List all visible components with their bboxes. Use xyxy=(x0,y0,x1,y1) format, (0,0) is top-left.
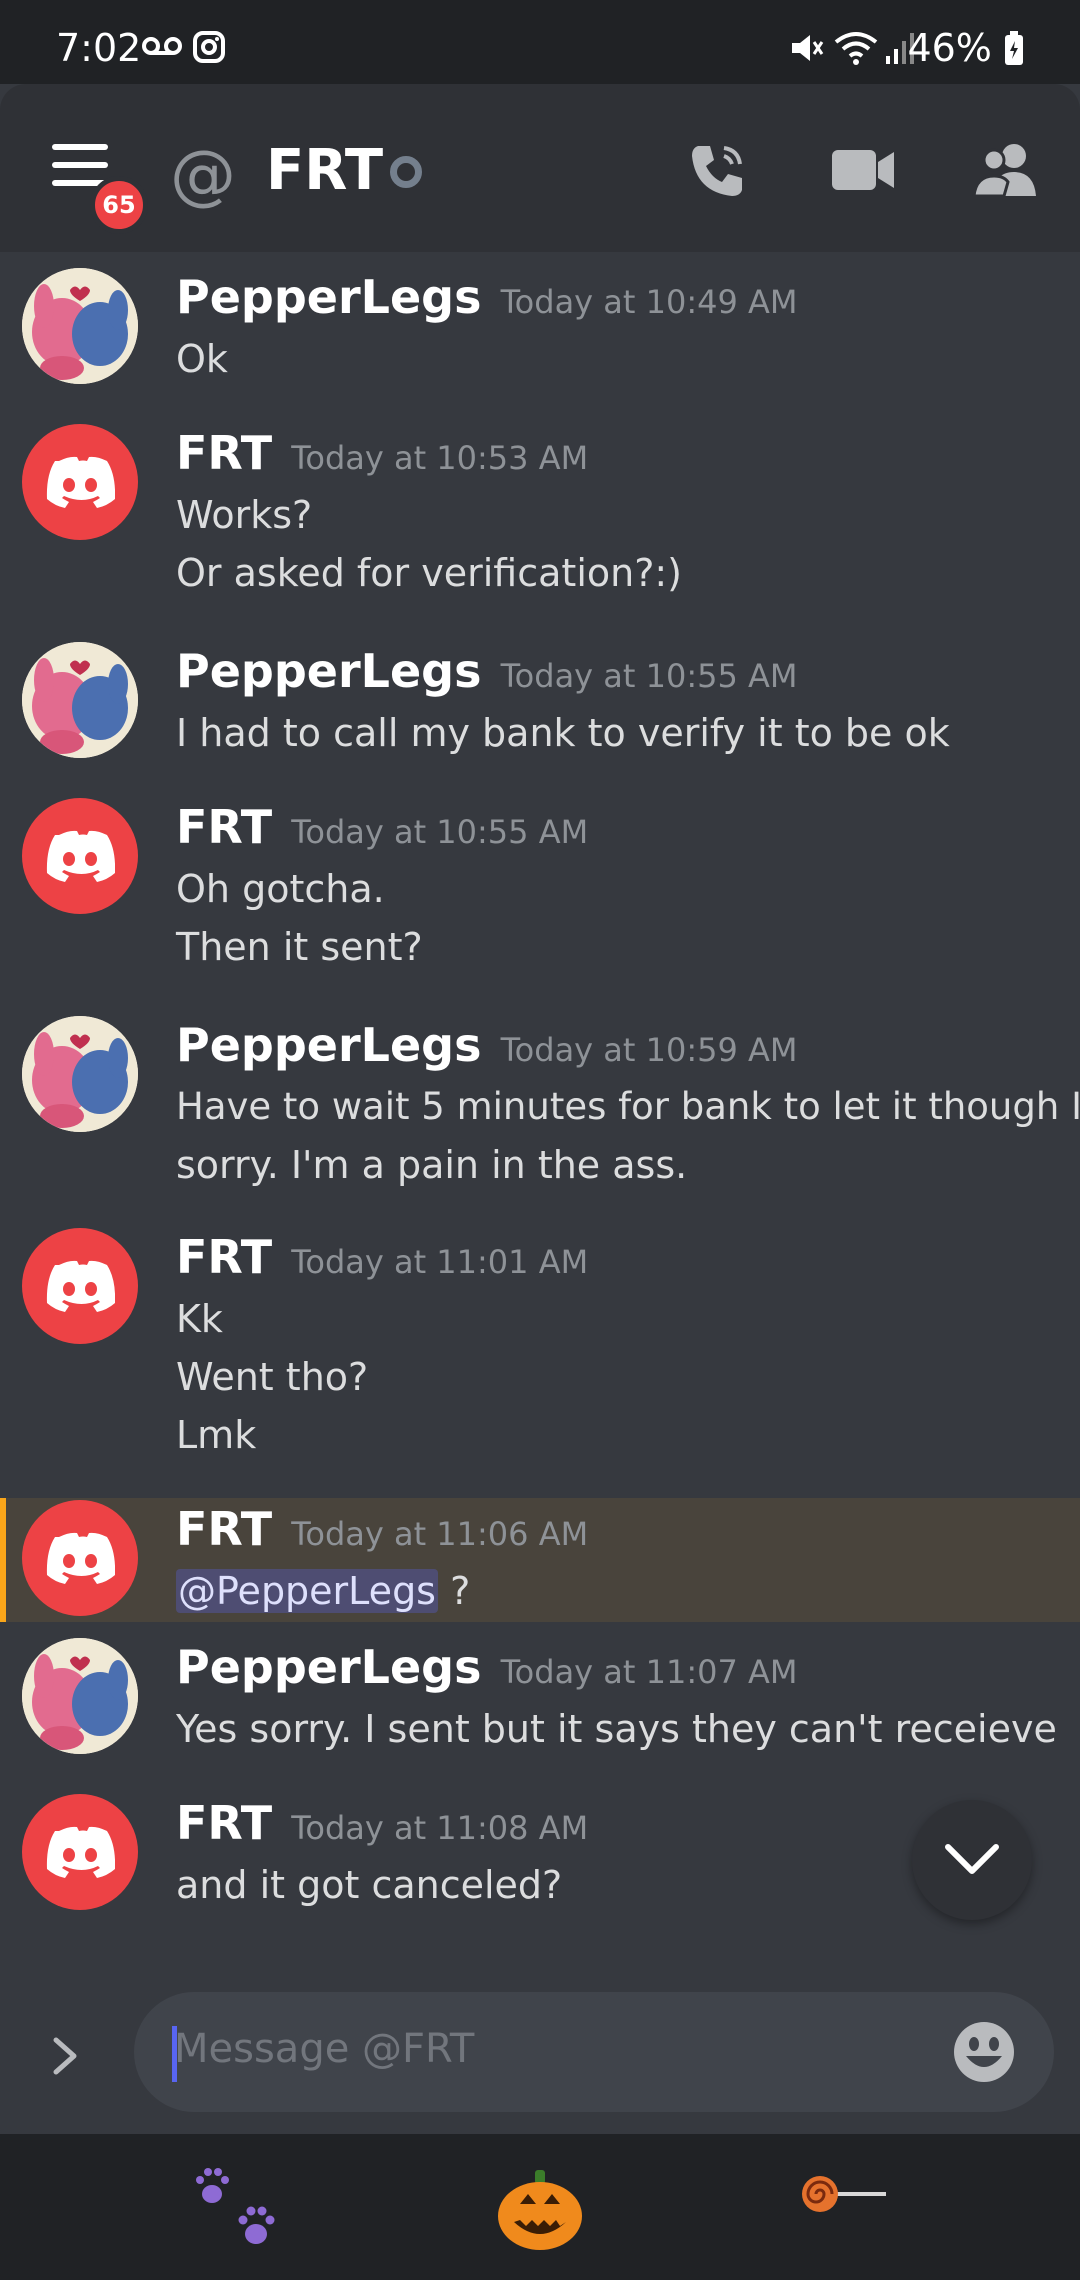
message-timestamp: Today at 11:01 AM xyxy=(291,1243,589,1281)
instagram-icon xyxy=(192,30,226,72)
call-button[interactable] xyxy=(686,140,756,200)
avatar[interactable] xyxy=(22,1794,138,1910)
avatar[interactable] xyxy=(22,1016,138,1132)
message-timestamp: Today at 10:55 AM xyxy=(500,657,798,695)
discord-logo-icon xyxy=(46,1532,115,1584)
notification-badge: 65 xyxy=(90,176,148,234)
avatar[interactable] xyxy=(22,642,138,758)
message-timestamp: Today at 11:07 AM xyxy=(500,1653,798,1691)
avatar[interactable] xyxy=(22,424,138,540)
message-author[interactable]: PepperLegs xyxy=(176,644,481,698)
chevron-right-icon xyxy=(53,2037,77,2075)
message-text: Then it sent? xyxy=(176,925,423,969)
video-call-button[interactable] xyxy=(830,140,900,200)
members-button[interactable] xyxy=(972,140,1042,200)
status-time: 7:02 xyxy=(56,26,142,70)
discord-logo-icon xyxy=(46,456,115,508)
mention-message[interactable]: FRT Today at 11:06 AM @PepperLegs ? xyxy=(0,1498,1080,1622)
emoji-button[interactable] xyxy=(952,2020,1016,2084)
message-text: Oh gotcha. xyxy=(176,867,385,911)
message-text: Lmk xyxy=(176,1413,257,1457)
message-text: Ok xyxy=(176,337,228,381)
message-timestamp: Today at 11:06 AM xyxy=(291,1515,589,1553)
message-author[interactable]: PepperLegs xyxy=(176,1018,481,1072)
message-list[interactable]: PepperLegs Today at 10:49 AM Ok FRT Toda… xyxy=(0,252,1080,1962)
message-text: @PepperLegs ? xyxy=(176,1562,1060,1620)
message-placeholder: Message @FRT xyxy=(174,2026,475,2072)
nav-lollipop-button[interactable] xyxy=(800,2164,900,2254)
message[interactable]: FRT Today at 11:01 AM Kk Went tho? Lmk xyxy=(0,1212,1080,1498)
discord-logo-icon xyxy=(46,1826,115,1878)
message-text-suffix: ? xyxy=(437,1569,471,1613)
lollipop-icon xyxy=(802,2176,886,2212)
offline-status-icon xyxy=(390,156,422,188)
wifi-icon xyxy=(834,30,878,74)
user-mention[interactable]: @PepperLegs xyxy=(176,1569,438,1613)
message-timestamp: Today at 10:59 AM xyxy=(500,1031,798,1069)
bottom-navigation xyxy=(0,2134,1080,2280)
message-text: Or asked for verification?:) xyxy=(176,551,683,595)
message-text: sorry. I'm a pain in the ass. xyxy=(176,1143,688,1187)
avatar[interactable] xyxy=(22,1638,138,1754)
message[interactable]: PepperLegs Today at 11:07 AM Yes sorry. … xyxy=(0,1622,1080,1778)
message-text: Went tho? xyxy=(176,1355,369,1399)
nav-paw-button[interactable] xyxy=(190,2164,290,2254)
jump-to-bottom-button[interactable] xyxy=(912,1800,1032,1920)
message[interactable]: PepperLegs Today at 10:59 AM Have to wai… xyxy=(0,1000,1080,1212)
message-text: Have to wait 5 minutes for bank to let i… xyxy=(176,1085,1080,1128)
channel-title[interactable]: FRT xyxy=(266,138,383,203)
channel-header: 65 @ FRT xyxy=(0,84,1080,252)
members-icon xyxy=(972,144,1036,198)
message-author[interactable]: FRT xyxy=(176,800,272,854)
message-author[interactable]: PepperLegs xyxy=(176,270,481,324)
call-icon xyxy=(692,146,742,196)
battery-level: 46% xyxy=(907,26,1024,74)
avatar[interactable] xyxy=(22,1228,138,1344)
message-author[interactable]: FRT xyxy=(176,1796,272,1850)
avatar[interactable] xyxy=(22,268,138,384)
avatar[interactable] xyxy=(22,1500,138,1616)
message-timestamp: Today at 10:49 AM xyxy=(500,283,798,321)
expand-actions-button[interactable] xyxy=(50,2032,80,2090)
message-text: Kk xyxy=(176,1297,223,1341)
at-icon: @ xyxy=(170,136,236,213)
message-timestamp: Today at 10:53 AM xyxy=(291,439,589,477)
emoji-icon xyxy=(954,2022,1014,2082)
message-text: Works? xyxy=(176,493,313,537)
video-icon xyxy=(832,150,894,190)
voicemail-icon xyxy=(142,30,182,70)
paw-prints-icon xyxy=(196,2168,275,2244)
message-timestamp: Today at 10:55 AM xyxy=(291,813,589,851)
message-author[interactable]: FRT xyxy=(176,1502,272,1556)
battery-icon xyxy=(1004,30,1024,74)
message-author[interactable]: FRT xyxy=(176,426,272,480)
nav-pumpkin-button[interactable] xyxy=(490,2164,590,2254)
message-text: I had to call my bank to verify it to be… xyxy=(176,711,950,755)
message[interactable]: PepperLegs Today at 10:49 AM Ok xyxy=(0,252,1080,408)
message[interactable]: FRT Today at 10:55 AM Oh gotcha. Then it… xyxy=(0,782,1080,1000)
message-text: Yes sorry. I sent but it says they can't… xyxy=(176,1707,1057,1751)
message-author[interactable]: PepperLegs xyxy=(176,1640,481,1694)
message-author[interactable]: FRT xyxy=(176,1230,272,1284)
status-bar: 7:02 46% xyxy=(0,0,1080,84)
chevron-down-icon xyxy=(945,1844,999,1874)
message-input[interactable]: Message @FRT xyxy=(134,1992,1054,2112)
message[interactable]: FRT Today at 10:53 AM Works? Or asked fo… xyxy=(0,408,1080,626)
message-composer: Message @FRT xyxy=(0,1962,1080,2134)
discord-logo-icon xyxy=(46,1260,115,1312)
discord-logo-icon xyxy=(46,830,115,882)
avatar[interactable] xyxy=(22,798,138,914)
message[interactable]: PepperLegs Today at 10:55 AM I had to ca… xyxy=(0,626,1080,782)
message-timestamp: Today at 11:08 AM xyxy=(291,1809,589,1847)
mute-icon xyxy=(788,30,824,74)
jack-o-lantern-icon xyxy=(498,2170,582,2250)
